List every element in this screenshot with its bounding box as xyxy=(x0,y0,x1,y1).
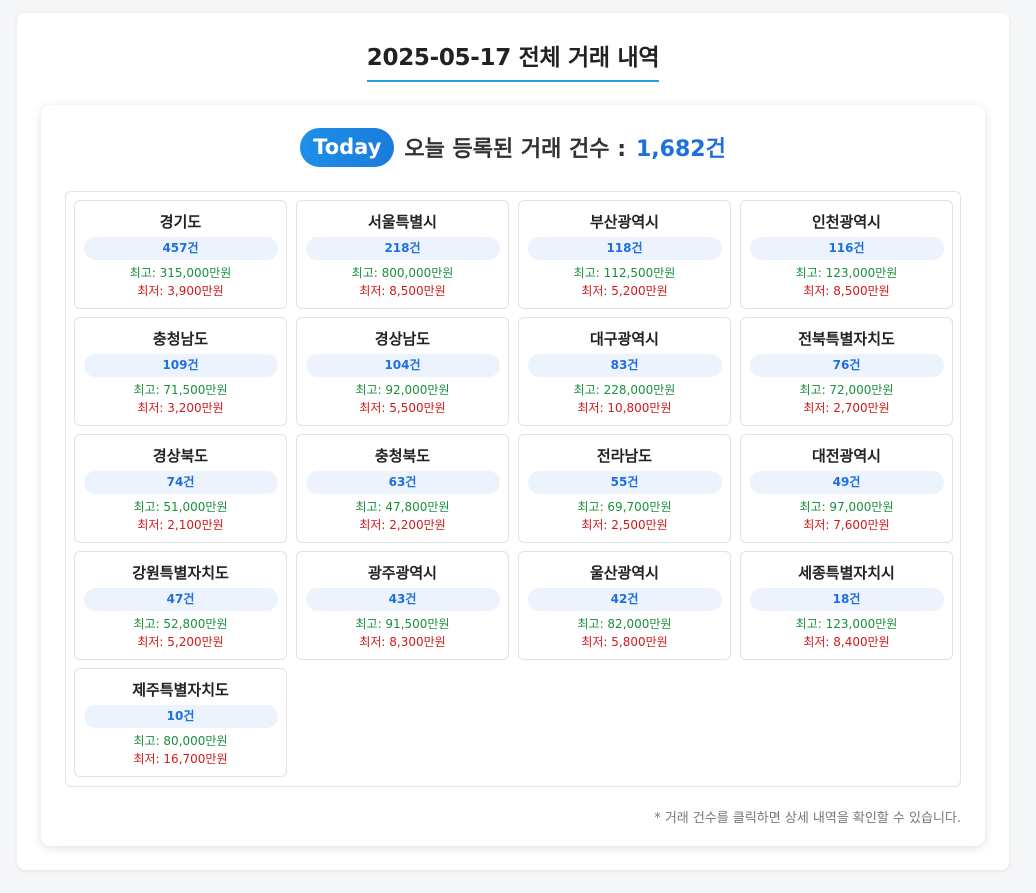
region-min-price: 최저: 3,900만원 xyxy=(137,284,224,298)
region-max-price: 최고: 228,000만원 xyxy=(573,383,676,397)
region-min-price: 최저: 8,400만원 xyxy=(803,635,890,649)
region-max-price: 최고: 123,000만원 xyxy=(795,617,898,631)
region-count-button[interactable]: 118건 xyxy=(527,237,722,260)
region-min-price: 최저: 2,100만원 xyxy=(137,518,224,532)
region-card: 전라남도 55건 최고: 69,700만원 최저: 2,500만원 xyxy=(518,434,731,543)
region-min-price: 최저: 10,800만원 xyxy=(577,401,672,415)
region-card: 세종특별자치시 18건 최고: 123,000만원 최저: 8,400만원 xyxy=(740,551,953,660)
region-count-button[interactable]: 104건 xyxy=(305,354,500,377)
region-count-button[interactable]: 74건 xyxy=(83,471,278,494)
region-min-price: 최저: 2,500만원 xyxy=(581,518,668,532)
region-name: 대전광역시 xyxy=(811,447,881,465)
region-count-button[interactable]: 55건 xyxy=(527,471,722,494)
region-card: 인천광역시 116건 최고: 123,000만원 최저: 8,500만원 xyxy=(740,200,953,309)
region-min-price: 최저: 3,200만원 xyxy=(137,401,224,415)
region-name: 광주광역시 xyxy=(367,564,437,582)
region-min-price: 최저: 5,200만원 xyxy=(581,284,668,298)
region-card: 충청남도 109건 최고: 71,500만원 최저: 3,200만원 xyxy=(74,317,287,426)
region-card: 전북특별자치도 76건 최고: 72,000만원 최저: 2,700만원 xyxy=(740,317,953,426)
region-name: 부산광역시 xyxy=(589,213,659,231)
region-grid: 경기도 457건 최고: 315,000만원 최저: 3,900만원 서울특별시… xyxy=(74,200,953,777)
region-max-price: 최고: 315,000만원 xyxy=(129,266,232,280)
region-min-price: 최저: 5,800만원 xyxy=(581,635,668,649)
region-count-button[interactable]: 109건 xyxy=(83,354,278,377)
region-min-price: 최저: 5,500만원 xyxy=(359,401,446,415)
region-count-button[interactable]: 43건 xyxy=(305,588,500,611)
footnote: * 거래 건수를 클릭하면 상세 내역을 확인할 수 있습니다. xyxy=(654,811,961,826)
region-max-price: 최고: 92,000만원 xyxy=(355,383,450,397)
region-card: 대구광역시 83건 최고: 228,000만원 최저: 10,800만원 xyxy=(518,317,731,426)
region-card: 경상남도 104건 최고: 92,000만원 최저: 5,500만원 xyxy=(296,317,509,426)
region-card: 충청북도 63건 최고: 47,800만원 최저: 2,200만원 xyxy=(296,434,509,543)
region-count-button[interactable]: 83건 xyxy=(527,354,722,377)
region-max-price: 최고: 71,500만원 xyxy=(133,383,228,397)
region-name: 경기도 xyxy=(159,213,202,231)
region-max-price: 최고: 97,000만원 xyxy=(799,500,894,514)
headline: Today 오늘 등록된 거래 건수 : 1,682건 xyxy=(41,127,985,167)
region-name: 대구광역시 xyxy=(589,330,659,348)
region-min-price: 최저: 8,500만원 xyxy=(803,284,890,298)
region-grid-box: 경기도 457건 최고: 315,000만원 최저: 3,900만원 서울특별시… xyxy=(65,191,961,787)
region-card: 울산광역시 42건 최고: 82,000만원 최저: 5,800만원 xyxy=(518,551,731,660)
region-count-button[interactable]: 218건 xyxy=(305,237,500,260)
region-min-price: 최저: 2,200만원 xyxy=(359,518,446,532)
region-min-price: 최저: 16,700만원 xyxy=(133,752,228,766)
region-name: 전북특별자치도 xyxy=(798,330,895,348)
region-count-button[interactable]: 42건 xyxy=(527,588,722,611)
region-min-price: 최저: 5,200만원 xyxy=(137,635,224,649)
region-count-button[interactable]: 47건 xyxy=(83,588,278,611)
region-card: 경상북도 74건 최고: 51,000만원 최저: 2,100만원 xyxy=(74,434,287,543)
region-max-price: 최고: 91,500만원 xyxy=(355,617,450,631)
region-name: 인천광역시 xyxy=(811,213,881,231)
headline-text: 오늘 등록된 거래 건수 : xyxy=(404,137,626,162)
page-title-wrap: 2025-05-17 전체 거래 내역 xyxy=(17,38,1009,82)
region-card: 경기도 457건 최고: 315,000만원 최저: 3,900만원 xyxy=(74,200,287,309)
region-card: 광주광역시 43건 최고: 91,500만원 최저: 8,300만원 xyxy=(296,551,509,660)
region-card: 부산광역시 118건 최고: 112,500만원 최저: 5,200만원 xyxy=(518,200,731,309)
region-max-price: 최고: 51,000만원 xyxy=(133,500,228,514)
region-name: 세종특별자치시 xyxy=(798,564,895,582)
today-badge: Today xyxy=(300,127,395,167)
region-min-price: 최저: 8,500만원 xyxy=(359,284,446,298)
region-name: 울산광역시 xyxy=(589,564,659,582)
region-name: 제주특별자치도 xyxy=(132,681,229,699)
region-count-button[interactable]: 63건 xyxy=(305,471,500,494)
region-max-price: 최고: 80,000만원 xyxy=(133,734,228,748)
region-max-price: 최고: 69,700만원 xyxy=(577,500,672,514)
headline-count: 1,682건 xyxy=(636,137,726,162)
page-title: 2025-05-17 전체 거래 내역 xyxy=(366,38,660,82)
page-container: 2025-05-17 전체 거래 내역 Today 오늘 등록된 거래 건수 :… xyxy=(17,13,1009,870)
region-name: 충청남도 xyxy=(152,330,209,348)
region-name: 경상북도 xyxy=(152,447,209,465)
region-max-price: 최고: 52,800만원 xyxy=(133,617,228,631)
region-name: 충청북도 xyxy=(374,447,431,465)
region-count-button[interactable]: 49건 xyxy=(749,471,944,494)
region-card: 서울특별시 218건 최고: 800,000만원 최저: 8,500만원 xyxy=(296,200,509,309)
summary-panel: Today 오늘 등록된 거래 건수 : 1,682건 경기도 457건 최고:… xyxy=(41,105,985,846)
region-count-button[interactable]: 76건 xyxy=(749,354,944,377)
region-name: 서울특별시 xyxy=(367,213,437,231)
region-min-price: 최저: 7,600만원 xyxy=(803,518,890,532)
region-card: 대전광역시 49건 최고: 97,000만원 최저: 7,600만원 xyxy=(740,434,953,543)
region-max-price: 최고: 123,000만원 xyxy=(795,266,898,280)
region-min-price: 최저: 8,300만원 xyxy=(359,635,446,649)
region-count-button[interactable]: 457건 xyxy=(83,237,278,260)
region-max-price: 최고: 47,800만원 xyxy=(355,500,450,514)
region-count-button[interactable]: 116건 xyxy=(749,237,944,260)
region-max-price: 최고: 112,500만원 xyxy=(573,266,676,280)
region-min-price: 최저: 2,700만원 xyxy=(803,401,890,415)
region-name: 경상남도 xyxy=(374,330,431,348)
region-max-price: 최고: 72,000만원 xyxy=(799,383,894,397)
region-max-price: 최고: 82,000만원 xyxy=(577,617,672,631)
region-name: 강원특별자치도 xyxy=(132,564,229,582)
region-card: 제주특별자치도 10건 최고: 80,000만원 최저: 16,700만원 xyxy=(74,668,287,777)
region-count-button[interactable]: 18건 xyxy=(749,588,944,611)
region-max-price: 최고: 800,000만원 xyxy=(351,266,454,280)
region-count-button[interactable]: 10건 xyxy=(83,705,278,728)
region-card: 강원특별자치도 47건 최고: 52,800만원 최저: 5,200만원 xyxy=(74,551,287,660)
region-name: 전라남도 xyxy=(596,447,653,465)
